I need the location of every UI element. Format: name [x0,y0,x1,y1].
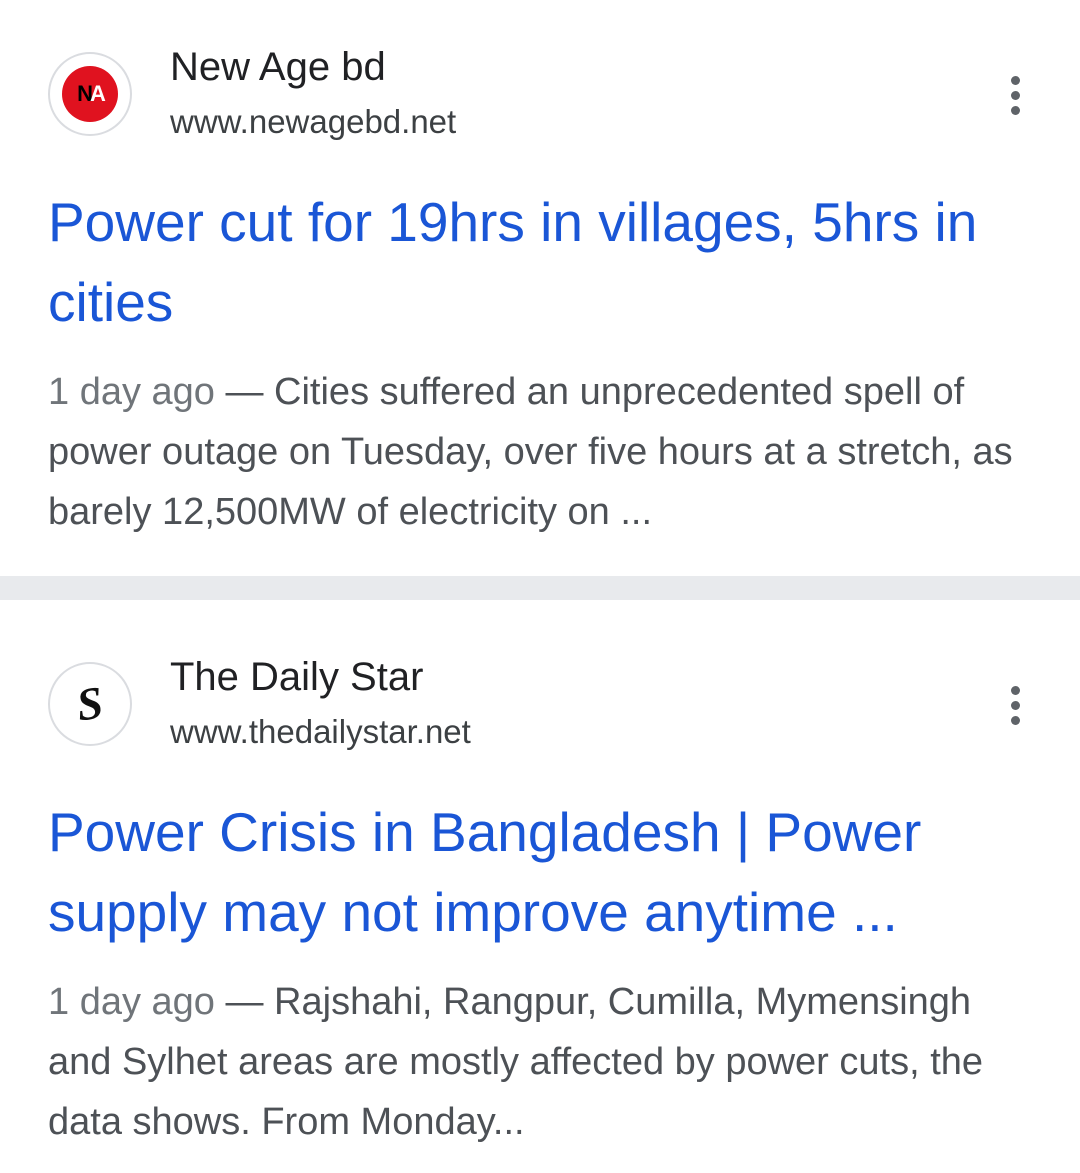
search-result: NA New Age bd www.newagebd.net Power cut… [0,0,1080,576]
result-date: 1 day ago [48,371,215,413]
site-url[interactable]: www.thedailystar.net [170,712,471,752]
site-name[interactable]: The Daily Star [170,653,423,701]
more-vert-icon[interactable] [990,65,1040,125]
dailystar-logo-icon: S [73,676,107,731]
result-snippet: 1 day ago — Cities suffered an unprecede… [48,362,1038,542]
result-date: 1 day ago [48,981,215,1023]
result-title-link[interactable]: Power Crisis in Bangladesh | Power suppl… [48,792,1028,952]
result-divider [0,576,1080,600]
date-separator: — [214,981,275,1023]
search-result: S The Daily Star www.thedailystar.net Po… [0,600,1080,1173]
site-url[interactable]: www.newagebd.net [170,102,456,142]
newage-logo-icon: NA [62,66,118,122]
result-snippet: 1 day ago — Rajshahi, Rangpur, Cumilla, … [48,972,1038,1152]
site-favicon[interactable]: S [48,662,132,746]
date-separator: — [214,371,275,413]
site-name[interactable]: New Age bd [170,43,386,91]
more-vert-icon[interactable] [990,675,1040,735]
site-favicon[interactable]: NA [48,52,132,136]
result-title-link[interactable]: Power cut for 19hrs in villages, 5hrs in… [48,182,1028,342]
